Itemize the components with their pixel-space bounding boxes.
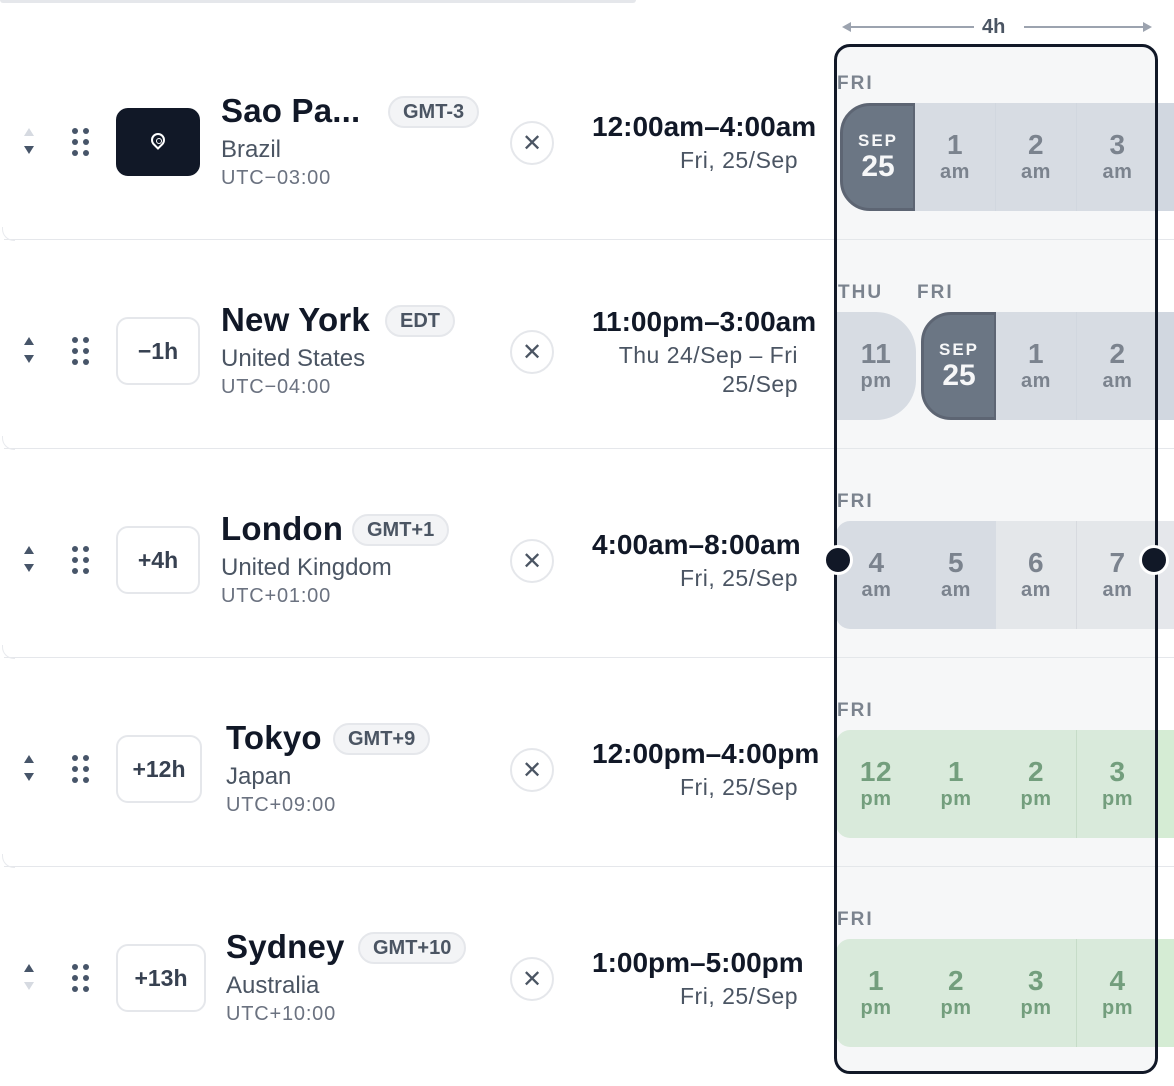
date-range-line: 25/Sep [722,371,798,397]
move-down-icon[interactable] [24,146,34,154]
reorder-arrows[interactable] [20,122,38,162]
utc-offset: UTC−04:00 [221,376,332,398]
country-name: Brazil [221,136,282,163]
move-up-icon[interactable] [24,337,34,345]
reorder-arrows[interactable] [20,958,38,998]
timezone-abbreviation-badge: GMT+9 [333,723,431,755]
reorder-arrows[interactable] [20,331,38,371]
remove-timezone-button[interactable]: ✕ [510,957,554,1001]
date-range-line: Fri, 25/Sep [680,147,798,173]
city-name: London [221,510,344,547]
range-start-handle[interactable] [823,545,853,575]
top-divider [0,0,636,3]
move-down-icon[interactable] [24,355,34,363]
drag-handle-icon[interactable] [72,337,90,367]
utc-offset: UTC+01:00 [221,585,332,607]
timezone-abbreviation-badge: GMT+1 [352,514,450,546]
city-name: Sydney [226,928,345,965]
time-range: 11:00pm–3:00am [592,306,817,337]
move-down-icon[interactable] [24,982,34,990]
date-range-line: Fri, 25/Sep [680,983,798,1009]
time-range: 1:00pm–5:00pm [592,947,804,978]
drag-handle-icon[interactable] [72,128,90,158]
utc-offset: UTC−03:00 [221,167,332,189]
reorder-arrows[interactable] [20,749,38,789]
close-icon: ✕ [521,338,543,366]
timezone-abbreviation-badge: GMT+10 [358,932,467,964]
country-name: United States [221,345,366,372]
city-name: New York [221,301,370,338]
map-pin-icon [151,133,165,151]
hour-offset-badge[interactable]: +12h [116,735,202,803]
utc-offset: UTC+10:00 [226,1003,337,1025]
reorder-arrows[interactable] [20,540,38,580]
date-range-line: Fri, 25/Sep [680,774,798,800]
move-up-icon[interactable] [24,964,34,972]
drag-handle-icon[interactable] [72,546,90,576]
close-icon: ✕ [521,756,543,784]
move-up-icon[interactable] [24,755,34,763]
remove-timezone-button[interactable]: ✕ [510,748,554,792]
drag-handle-icon[interactable] [72,964,90,994]
close-icon: ✕ [521,129,543,157]
close-icon: ✕ [521,965,543,993]
country-name: Australia [226,972,320,999]
hour-offset-badge[interactable]: −1h [116,317,200,385]
range-end-handle[interactable] [1139,545,1169,575]
hour-offset-badge[interactable]: +4h [116,526,200,594]
home-location-badge[interactable] [116,108,200,176]
hour-offset-badge[interactable]: +13h [116,944,206,1012]
city-name: Sao Pa... [221,92,361,129]
time-range: 12:00am–4:00am [592,111,817,142]
move-up-icon[interactable] [24,546,34,554]
utc-offset: UTC+09:00 [226,794,337,816]
remove-timezone-button[interactable]: ✕ [510,121,554,165]
time-range: 12:00pm–4:00pm [592,738,820,769]
timezone-abbreviation-badge: EDT [385,305,455,337]
country-name: Japan [226,763,292,790]
date-range-line: Fri, 25/Sep [680,565,798,591]
date-range-line: Thu 24/Sep – Fri [618,342,798,368]
arrow-right-icon [1143,22,1152,32]
time-range: 4:00am–8:00am [592,529,801,560]
selected-time-range-frame[interactable] [834,44,1158,1074]
drag-handle-icon[interactable] [72,755,90,785]
move-down-icon[interactable] [24,773,34,781]
remove-timezone-button[interactable]: ✕ [510,539,554,583]
timezone-abbreviation-badge: GMT-3 [388,96,480,128]
country-name: United Kingdom [221,554,392,581]
close-icon: ✕ [521,547,543,575]
city-name: Tokyo [226,719,322,756]
remove-timezone-button[interactable]: ✕ [510,330,554,374]
move-down-icon[interactable] [24,564,34,572]
move-up-icon[interactable] [24,128,34,136]
